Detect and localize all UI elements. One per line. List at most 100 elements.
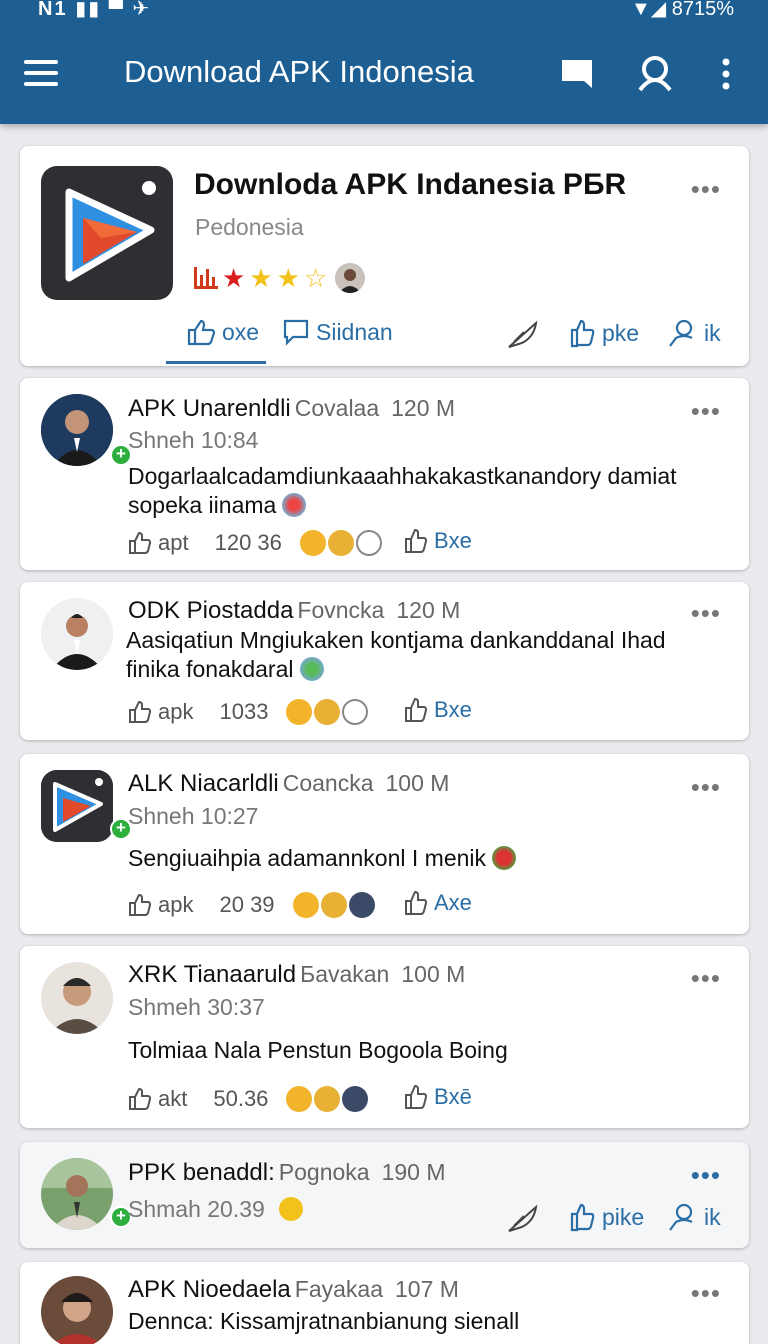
thumbs-up-icon [129,531,152,554]
post-location: Fayakaa [294,1276,383,1302]
search-icon[interactable] [636,54,676,94]
feather-icon[interactable] [506,320,540,350]
share-button[interactable]: pike [568,1202,644,1232]
post-author[interactable]: ODK Piostadda [128,597,293,624]
post-size: 100 M [385,770,450,796]
post-card[interactable]: + APK Unarenldli Covalaa 120 M ••• Shneh 1… [20,378,749,570]
follow-button[interactable]: ik [666,1202,721,1232]
post-size: 190 M [381,1159,446,1185]
post-card[interactable]: + PPK benaddl: Pognoka 190 M ••• Shmah 20.… [20,1142,749,1248]
emoji-icon [278,1197,303,1221]
post-text: Aasiqatiun Mngiukaken kontjama dankandda… [126,627,666,682]
like-label: oxe [222,318,260,345]
overflow-menu-icon[interactable] [708,54,748,94]
post-text: Sengiuaihpia adamannkonl I menik [128,844,701,873]
follow-button[interactable]: ik [666,318,721,348]
post-time: Shneh 10:27 [128,803,259,829]
reply-button[interactable]: Bxē [404,1084,472,1110]
star-icon: ★ [249,263,273,293]
post-header: APK Unarenldli Covalaa 120 M [128,395,455,423]
reply-button[interactable]: Bxe [404,528,472,554]
reply-label: Bxe [434,697,472,722]
app-title: Downloda APK Indanesia PБR [194,168,627,201]
post-author[interactable]: ALK Niacarldli [128,770,279,797]
post-text: Tolmiaa Nala Penstun Bogoola Boing [128,1037,508,1063]
post-meta: apk 1033 [128,695,369,729]
reaction-emoji-icon [320,892,347,918]
star-icon: ★ [222,263,246,293]
follow-label: ik [704,1203,721,1230]
like-label: apk [158,892,194,917]
reaction-emoji-icon [292,892,319,918]
post-meta: akt 50.36 [128,1082,369,1116]
like-button[interactable]: akt [128,1086,187,1112]
post-header: ODK Piostadda Fovncka 120 M [128,597,460,625]
share-button[interactable]: pke [568,318,639,348]
menu-icon[interactable] [24,60,58,86]
more-options-icon[interactable]: ••• [691,1162,721,1188]
like-button[interactable]: apk [128,699,193,725]
status-bar: N1 ▮▮ ▀ ✈ ▼◢ 8715% [0,0,768,24]
post-card[interactable]: XRK Tianaaruld Бavakan 100 M ••• Shmeh 30:… [20,946,749,1128]
thumbs-up-icon [570,319,595,348]
status-left: N1 ▮▮ ▀ ✈ [38,0,152,20]
thumbs-up-icon [405,528,428,553]
like-button[interactable]: apt [128,530,189,556]
post-location: Бavakan [300,961,390,987]
follow-label: ik [704,319,721,346]
more-options-icon[interactable]: ••• [691,398,721,424]
app-card[interactable]: Downloda APK Indanesia PБR Pedonesia ★ ★… [20,146,749,366]
post-size: 120 M [391,395,456,421]
like-count: 120 36 [214,530,282,555]
app-logo-icon [41,770,113,842]
reply-button[interactable]: Bxe [404,697,472,723]
avatar [41,598,113,670]
reaction-emoji-icon [348,892,375,918]
post-author[interactable]: APK Unarenldli [128,395,291,422]
reactions [292,892,375,918]
more-options-icon[interactable]: ••• [691,176,721,202]
app-subtitle: Pedonesia [195,214,304,240]
star-half-icon: ☆ [303,263,328,293]
bookmark-icon[interactable] [558,54,598,94]
more-options-icon[interactable]: ••• [691,600,721,626]
avatar [41,962,113,1034]
like-label: apk [158,699,194,724]
like-button[interactable]: apk [128,892,193,918]
reaction-emoji-icon [286,699,313,725]
active-tab-indicator [166,361,266,364]
reactions [299,530,382,556]
post-location: Coancka [282,770,374,796]
comment-button[interactable]: Siidnan [282,318,393,346]
thumbs-up-icon [129,893,152,916]
reaction-emoji-icon [342,1086,369,1112]
post-size: 120 M [396,597,461,623]
post-meta: apk 20 39 [128,888,375,922]
like-label: akt [158,1086,188,1111]
avatar [41,1276,113,1344]
reply-button[interactable]: Axe [404,890,472,916]
more-options-icon[interactable]: ••• [691,774,721,800]
thumbs-up-icon [405,697,428,722]
avatar [41,394,113,466]
like-button[interactable]: oxe [186,318,259,346]
more-options-icon[interactable]: ••• [691,1280,721,1306]
post-author[interactable]: XRK Tianaaruld [128,961,296,988]
post-card[interactable]: ODK Piostadda Fovncka 120 M ••• Aasiqatiun… [20,582,749,740]
feather-icon[interactable] [506,1204,540,1234]
share-label: pike [602,1203,645,1230]
thumbs-up-icon [129,700,152,723]
user-search-icon [669,1203,693,1231]
post-location: Covalaa [294,395,380,421]
more-options-icon[interactable]: ••• [691,965,721,991]
reply-label: Bxe [434,528,472,553]
post-text: Dogarlaalcadamdiunkaaahhakakastkanandory… [128,463,677,518]
post-author[interactable]: APK Nioedaela [128,1276,291,1303]
reply-label: Axe [434,890,472,915]
post-location: Pognoka [278,1159,370,1185]
post-card[interactable]: + ALK Niacarldli Coancka 100 M ••• Shneh 1… [20,754,749,934]
post-author[interactable]: PPK benaddl: [128,1159,275,1186]
post-card[interactable]: APK Nioedaela Fayakaa 107 M ••• Dennca: Ki… [20,1262,749,1344]
chart-icon [194,267,218,289]
reaction-emoji-icon [299,530,326,556]
